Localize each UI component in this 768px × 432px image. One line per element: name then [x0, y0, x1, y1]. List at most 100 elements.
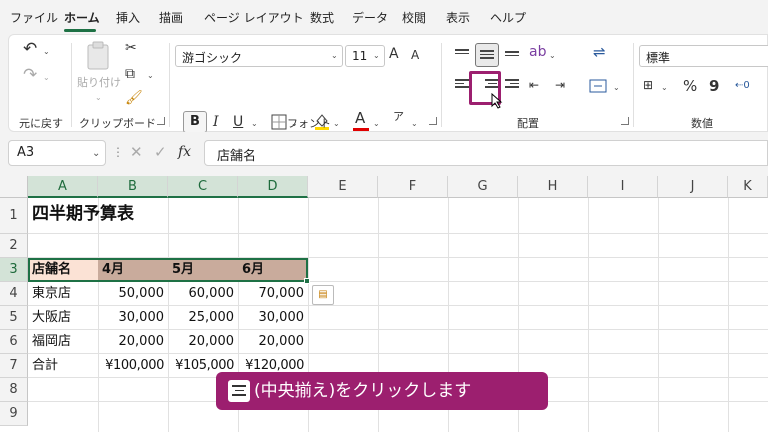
bold-button[interactable]: B — [183, 111, 207, 133]
cell[interactable]: 70,000 — [238, 282, 308, 306]
chevron-down-icon[interactable]: ⌄ — [92, 148, 100, 159]
menu-file[interactable]: ファイル — [10, 9, 58, 26]
row-header[interactable]: 9 — [0, 402, 28, 426]
formula-input[interactable]: 店舗名 — [204, 140, 768, 166]
chevron-down-icon[interactable]: ⌄ — [251, 119, 258, 128]
decrease-indent-icon[interactable]: ⇤ — [529, 79, 539, 91]
cell[interactable]: 20,000 — [98, 330, 168, 354]
cut-icon[interactable]: ✂ — [125, 41, 137, 55]
chevron-down-icon[interactable]: ⌄ — [333, 119, 340, 128]
column-header[interactable]: H — [518, 176, 588, 198]
menu-view[interactable]: 表示 — [446, 9, 470, 26]
cell[interactable]: 東京店 — [28, 282, 98, 306]
top-align-icon[interactable] — [455, 49, 469, 61]
cell[interactable]: 30,000 — [98, 306, 168, 330]
chevron-down-icon[interactable]: ⌄ — [95, 93, 102, 102]
menu-formulas[interactable]: 数式 — [310, 9, 334, 26]
column-header[interactable]: I — [588, 176, 658, 198]
row-header[interactable]: 8 — [0, 378, 28, 402]
middle-align-button[interactable] — [475, 43, 499, 67]
menu-review[interactable]: 校閲 — [402, 9, 426, 26]
underline-button[interactable]: U — [233, 115, 243, 129]
menu-insert[interactable]: 挿入 — [116, 9, 140, 26]
row-header[interactable]: 7 — [0, 354, 28, 378]
cell[interactable]: 合計 — [28, 354, 98, 378]
alignment-launcher-icon[interactable] — [621, 117, 629, 125]
font-name-select[interactable]: 游ゴシック — [175, 45, 343, 67]
menu-page-layout[interactable]: ページ レイアウト — [204, 9, 304, 26]
cell[interactable]: 25,000 — [168, 306, 238, 330]
row-header[interactable]: 6 — [0, 330, 28, 354]
column-header[interactable]: J — [658, 176, 728, 198]
cell[interactable]: ¥100,000 — [98, 354, 168, 378]
select-all-corner[interactable] — [0, 176, 28, 198]
wrap-text-icon[interactable]: ⇌ — [593, 45, 606, 60]
redo-icon[interactable]: ↷ — [23, 67, 37, 84]
comma-style-button[interactable]: 9 — [709, 79, 719, 94]
cell[interactable]: 60,000 — [168, 282, 238, 306]
grow-font-icon[interactable]: A — [389, 47, 399, 61]
chevron-down-icon[interactable]: ⌄ — [613, 83, 620, 92]
menu-data[interactable]: データ — [352, 9, 388, 26]
column-header[interactable]: K — [728, 176, 768, 198]
percent-style-button[interactable]: % — [683, 79, 697, 94]
row-header[interactable]: 3 — [0, 258, 28, 282]
enter-icon[interactable]: ✓ — [154, 145, 167, 160]
font-color-icon[interactable]: A — [355, 111, 365, 126]
font-launcher-icon[interactable] — [429, 117, 437, 125]
cell[interactable]: 大阪店 — [28, 306, 98, 330]
phonetic-icon[interactable]: ア — [393, 111, 404, 122]
fill-handle[interactable] — [304, 278, 310, 284]
row-header[interactable]: 4 — [0, 282, 28, 306]
merge-center-icon[interactable] — [589, 79, 607, 93]
cell[interactable]: 30,000 — [238, 306, 308, 330]
menu-draw[interactable]: 描画 — [159, 9, 183, 26]
menu-home[interactable]: ホーム — [64, 9, 100, 26]
column-header[interactable]: C — [168, 176, 238, 198]
paste-label[interactable]: 貼り付け — [77, 77, 121, 88]
align-right-icon[interactable] — [505, 79, 519, 91]
chevron-down-icon[interactable]: ⌄ — [549, 51, 556, 60]
align-left-icon[interactable] — [455, 79, 469, 91]
cancel-icon[interactable]: ✕ — [130, 145, 143, 160]
increase-indent-icon[interactable]: ⇥ — [555, 79, 565, 91]
number-format-select[interactable]: 標準 — [639, 45, 768, 67]
menu-help[interactable]: ヘルプ — [490, 9, 526, 26]
column-header[interactable]: B — [98, 176, 168, 198]
ribbon: ↶ ⌄ ↷ ⌄ 元に戻す 貼り付け ⌄ ✂ ⧉ ⌄ 🖌 クリップボード 游ゴシッ… — [8, 34, 768, 133]
cell[interactable]: 50,000 — [98, 282, 168, 306]
bottom-align-icon[interactable] — [505, 51, 519, 63]
insert-function-icon[interactable]: fx — [178, 145, 191, 159]
chevron-down-icon[interactable]: ⌄ — [43, 73, 50, 82]
cell[interactable]: 20,000 — [168, 330, 238, 354]
accounting-format-icon[interactable]: ⊞ — [643, 79, 653, 91]
row-header[interactable]: 2 — [0, 234, 28, 258]
row-header[interactable]: 5 — [0, 306, 28, 330]
row-header[interactable]: 1 — [0, 198, 28, 234]
shrink-font-icon[interactable]: A — [411, 49, 419, 61]
increase-decimal-icon[interactable]: ⇠0 — [735, 81, 750, 91]
number-group-label: 数値 — [691, 117, 713, 130]
chevron-down-icon[interactable]: ⌄ — [43, 47, 50, 56]
cell[interactable]: 20,000 — [238, 330, 308, 354]
quick-analysis-icon[interactable]: ▤ — [312, 285, 334, 305]
column-header[interactable]: G — [448, 176, 518, 198]
column-header[interactable]: A — [28, 176, 98, 198]
chevron-down-icon[interactable]: ⌄ — [411, 119, 418, 128]
borders-icon[interactable] — [271, 114, 287, 130]
clipboard-launcher-icon[interactable] — [157, 117, 165, 125]
chevron-down-icon[interactable]: ⌄ — [373, 119, 380, 128]
chevron-down-icon[interactable]: ⌄ — [661, 83, 668, 92]
orientation-icon[interactable]: ab — [529, 45, 546, 59]
copy-icon[interactable]: ⧉ — [125, 67, 135, 81]
column-header[interactable]: D — [238, 176, 308, 198]
column-header[interactable]: E — [308, 176, 378, 198]
cell[interactable]: 福岡店 — [28, 330, 98, 354]
undo-icon[interactable]: ↶ — [23, 41, 37, 58]
chevron-down-icon[interactable]: ⌄ — [147, 71, 154, 80]
paste-icon[interactable] — [85, 41, 113, 71]
title-cell[interactable]: 四半期予算表 — [28, 202, 138, 226]
column-header[interactable]: F — [378, 176, 448, 198]
italic-button[interactable]: I — [213, 115, 219, 129]
format-painter-icon[interactable]: 🖌 — [125, 91, 143, 105]
